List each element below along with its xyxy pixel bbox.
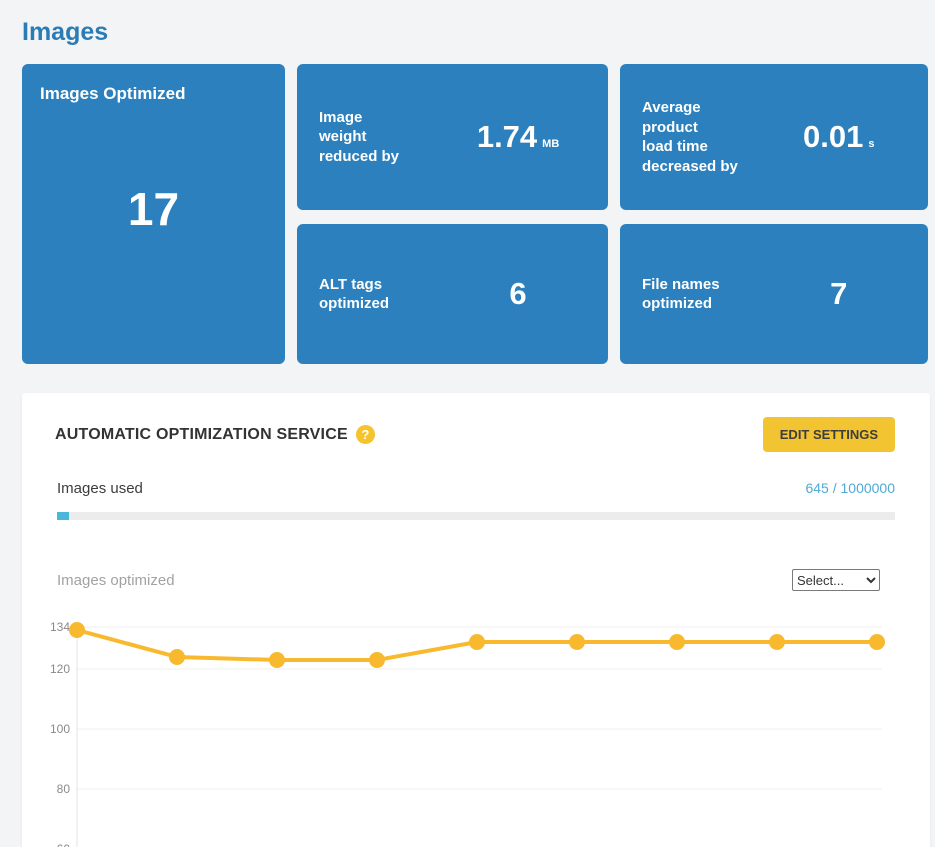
usage-row: Images used 645 / 1000000 — [57, 480, 895, 497]
stat-label: Average product load time decreased by — [642, 98, 783, 176]
stat-unit: s — [868, 138, 874, 150]
stat-card-alt-tags: ALT tags optimized 6 — [297, 224, 608, 364]
stat-label: Images Optimized — [40, 84, 267, 104]
images-used-label: Images used — [57, 480, 143, 497]
chart-header: Images optimized Select... — [57, 569, 880, 591]
optimized-line-chart: 134 120 100 80 60 — [40, 616, 930, 847]
svg-text:120: 120 — [50, 662, 70, 676]
stat-value: 1.74 — [477, 119, 537, 155]
usage-progress-fill — [57, 512, 69, 520]
svg-text:134: 134 — [50, 620, 70, 634]
stat-label: Image weight reduced by — [319, 108, 462, 167]
images-used-count: 645 / 1000000 — [805, 480, 895, 496]
panel-title: AUTOMATIC OPTIMIZATION SERVICE — [55, 426, 348, 444]
stat-value: 6 — [509, 276, 526, 312]
stat-value: 7 — [830, 276, 847, 312]
svg-text:60: 60 — [57, 842, 71, 847]
stat-card-image-weight: Image weight reduced by 1.74 MB — [297, 64, 608, 210]
stat-card-load-time: Average product load time decreased by 0… — [620, 64, 928, 210]
automatic-optimization-panel: AUTOMATIC OPTIMIZATION SERVICE ? EDIT SE… — [22, 393, 930, 847]
images-optimized-label: Images optimized — [57, 572, 175, 589]
page-title: Images — [22, 18, 935, 47]
stat-card-file-names: File names optimized 7 — [620, 224, 928, 364]
stat-card-images-optimized: Images Optimized 17 — [22, 64, 285, 364]
period-select[interactable]: Select... — [792, 569, 880, 591]
stat-label: File names optimized — [642, 275, 783, 314]
stat-value: 17 — [40, 104, 267, 344]
stat-label: ALT tags optimized — [319, 275, 462, 314]
svg-text:80: 80 — [57, 782, 71, 796]
help-icon[interactable]: ? — [356, 425, 375, 444]
stat-value: 0.01 — [803, 119, 863, 155]
svg-text:100: 100 — [50, 722, 70, 736]
stats-grid: Image weight reduced by 1.74 MB Average … — [297, 64, 928, 364]
edit-settings-button[interactable]: EDIT SETTINGS — [763, 417, 895, 452]
panel-header: AUTOMATIC OPTIMIZATION SERVICE ? EDIT SE… — [55, 417, 895, 452]
page: Images Images Optimized 17 Image weight … — [0, 0, 935, 847]
stat-unit: MB — [542, 138, 559, 150]
usage-progress-bar — [57, 512, 895, 520]
stats-section: Images Optimized 17 Image weight reduced… — [22, 64, 928, 364]
